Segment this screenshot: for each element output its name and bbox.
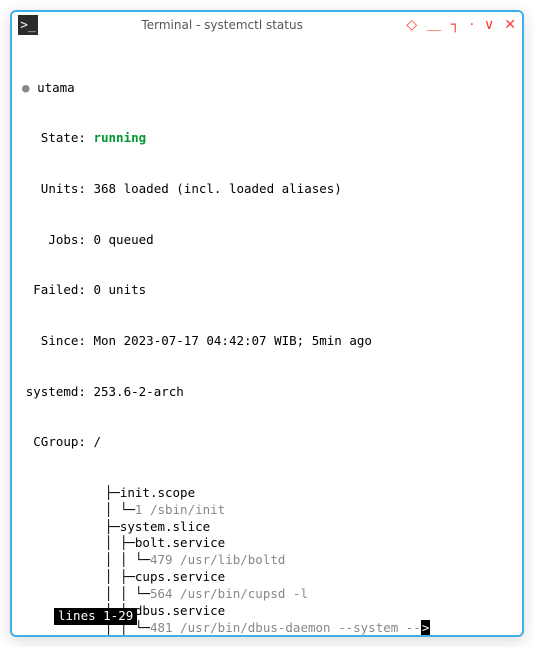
- cgroup-value: /: [93, 434, 101, 449]
- titlebar[interactable]: >_ Terminal - systemctl status ◇ ＿ ┐ · ∨…: [12, 12, 522, 38]
- terminal-output[interactable]: ● utama State: running Units: 368 loaded…: [12, 38, 522, 635]
- dropdown-button[interactable]: ∨: [484, 18, 494, 32]
- systemd-label: systemd:: [22, 384, 86, 401]
- tree-line: │ └─1 /sbin/init: [22, 502, 512, 519]
- tree-branch-icon: │ └─: [22, 502, 135, 517]
- state-value: running: [93, 130, 146, 145]
- units-label: Units:: [22, 181, 86, 198]
- window-controls: ◇ ＿ ┐ · ∨ ✕: [406, 18, 516, 32]
- cgroup-label: CGroup:: [22, 434, 86, 451]
- pin-button[interactable]: ◇: [406, 18, 417, 32]
- hostname: utama: [37, 80, 75, 95]
- jobs-value: 0 queued: [93, 232, 153, 247]
- tree-unit-name: init.scope: [120, 485, 195, 500]
- tree-unit-name: system.slice: [120, 519, 210, 534]
- failed-value: 0 units: [93, 282, 146, 297]
- close-button[interactable]: ✕: [504, 18, 516, 32]
- status-bullet: ●: [22, 80, 30, 95]
- tree-process-info: 479 /usr/lib/boltd: [150, 552, 285, 567]
- tree-branch-icon: │ │ └─: [22, 552, 150, 567]
- tree-branch-icon: │ │ └─: [22, 586, 150, 601]
- window-title: Terminal - systemctl status: [44, 18, 400, 32]
- tree-process-info: 1 /sbin/init: [135, 502, 225, 517]
- tree-process-info: 564 /usr/bin/cupsd -l: [150, 586, 308, 601]
- tree-branch-icon: │ ├─: [22, 535, 135, 550]
- tree-unit-name: bolt.service: [135, 535, 225, 550]
- tree-line: │ ├─cups.service: [22, 569, 512, 586]
- tree-line: │ │ └─479 /usr/lib/boltd: [22, 552, 512, 569]
- tree-unit-name: dbus.service: [135, 603, 225, 618]
- tree-process-info: 481 /usr/bin/dbus-daemon --system --: [150, 620, 421, 635]
- tree-branch-icon: ├─: [22, 485, 120, 500]
- tree-branch-icon: ├─: [22, 519, 120, 534]
- pager-status: lines 1-29: [54, 608, 137, 625]
- tree-line: │ ├─bolt.service: [22, 535, 512, 552]
- units-value: 368 loaded (incl. loaded aliases): [93, 181, 341, 196]
- failed-label: Failed:: [22, 282, 86, 299]
- tree-branch-icon: │ ├─: [22, 569, 135, 584]
- tree-line: ├─system.slice: [22, 519, 512, 536]
- terminal-icon: >_: [18, 15, 38, 35]
- tree-unit-name: cups.service: [135, 569, 225, 584]
- jobs-label: Jobs:: [22, 232, 86, 249]
- systemd-value: 253.6-2-arch: [93, 384, 183, 399]
- since-value: Mon 2023-07-17 04:42:07 WIB; 5min ago: [93, 333, 371, 348]
- tree-line: ├─init.scope: [22, 485, 512, 502]
- truncation-indicator: >: [421, 620, 431, 635]
- maximize-button[interactable]: ┐: [451, 18, 459, 32]
- dot-icon: ·: [470, 18, 474, 32]
- terminal-window: >_ Terminal - systemctl status ◇ ＿ ┐ · ∨…: [10, 10, 524, 637]
- state-label: State:: [22, 130, 86, 147]
- minimize-button[interactable]: ＿: [427, 18, 441, 32]
- since-label: Since:: [22, 333, 86, 350]
- tree-line: │ │ └─564 /usr/bin/cupsd -l: [22, 586, 512, 603]
